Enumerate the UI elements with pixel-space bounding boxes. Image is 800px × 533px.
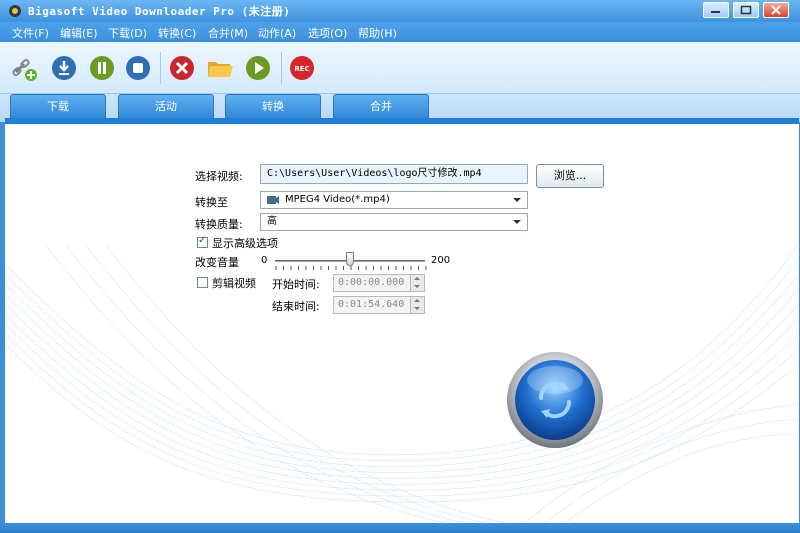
menu-edit[interactable]: 编辑(E) <box>60 25 98 41</box>
menu-action[interactable]: 动作(A) <box>258 25 296 41</box>
minimize-button[interactable] <box>703 2 729 18</box>
quality-value: 高 <box>267 216 277 227</box>
start-time-field[interactable]: 0:00:00.000 <box>333 274 425 292</box>
convert-start-button[interactable] <box>505 350 605 450</box>
convert-to-value: MPEG4 Video(*.mp4) <box>285 194 390 205</box>
maximize-icon <box>740 5 752 15</box>
toolbar-separator <box>281 52 282 84</box>
volume-label: 改变音量 <box>195 256 239 269</box>
minimize-icon <box>711 11 720 13</box>
download-icon[interactable] <box>50 54 78 82</box>
video-path-field[interactable]: C:\Users\User\Videos\logo尺寸修改.mp4 <box>260 164 528 184</box>
menu-convert[interactable]: 转换(C) <box>158 25 196 41</box>
status-bar <box>0 523 800 533</box>
maximize-button[interactable] <box>733 2 759 18</box>
end-time-spinner[interactable] <box>410 297 424 313</box>
start-time-label: 开始时间: <box>272 278 320 291</box>
app-logo-icon <box>9 5 21 17</box>
convert-to-select[interactable]: MPEG4 Video(*.mp4) <box>260 191 528 209</box>
menu-help[interactable]: 帮助(H) <box>358 25 397 41</box>
show-advanced-checkbox[interactable] <box>197 235 208 248</box>
stop-icon[interactable] <box>124 54 152 82</box>
chevron-down-icon <box>513 220 521 224</box>
volume-slider-thumb[interactable] <box>346 252 354 266</box>
tab-merge[interactable]: 合并 <box>333 94 429 120</box>
play-icon[interactable] <box>244 54 272 82</box>
add-url-icon[interactable] <box>10 54 38 82</box>
tab-convert[interactable]: 转换 <box>225 94 321 120</box>
start-time-value: 0:00:00.000 <box>338 277 405 288</box>
record-icon[interactable]: REC <box>288 54 316 82</box>
volume-min: 0 <box>261 255 268 266</box>
quality-select[interactable]: 高 <box>260 213 528 231</box>
trim-video-checkbox[interactable] <box>197 277 208 288</box>
trim-video-label: 剪辑视频 <box>212 277 256 290</box>
toolbar: REC <box>0 42 800 94</box>
show-advanced-label: 显示高级选项 <box>212 237 278 250</box>
menu-merge[interactable]: 合并(M) <box>208 25 248 41</box>
convert-panel: 选择视频: C:\Users\User\Videos\logo尺寸修改.mp4 … <box>5 124 799 523</box>
close-button[interactable] <box>763 2 789 18</box>
convert-to-label: 转换至 <box>195 196 228 209</box>
select-video-label: 选择视频: <box>195 170 243 183</box>
start-time-spinner[interactable] <box>410 275 424 291</box>
toolbar-separator <box>160 52 161 84</box>
menu-options[interactable]: 选项(O) <box>308 25 347 41</box>
delete-icon[interactable] <box>168 54 196 82</box>
quality-label: 转换质量: <box>195 218 243 231</box>
close-icon <box>771 5 781 15</box>
record-label: REC <box>294 65 309 73</box>
menu-file[interactable]: 文件(F) <box>12 25 49 41</box>
menu-bar: 文件(F) 编辑(E) 下载(D) 转换(C) 合并(M) 动作(A) 选项(O… <box>0 22 800 42</box>
end-time-value: 0:01:54.640 <box>338 299 405 310</box>
end-time-label: 结束时间: <box>272 300 320 313</box>
open-folder-icon[interactable] <box>206 54 234 82</box>
window-title: Bigasoft Video Downloader Pro (未注册) <box>28 5 291 18</box>
end-time-field[interactable]: 0:01:54.640 <box>333 296 425 314</box>
menu-download[interactable]: 下载(D) <box>108 25 147 41</box>
chevron-down-icon <box>513 198 521 202</box>
title-bar: Bigasoft Video Downloader Pro (未注册) <box>0 0 800 22</box>
pause-icon[interactable] <box>88 54 116 82</box>
tab-activity[interactable]: 活动 <box>118 94 214 120</box>
volume-max: 200 <box>431 255 451 266</box>
video-format-icon <box>267 196 279 204</box>
tab-download[interactable]: 下载 <box>10 94 106 120</box>
browse-button[interactable]: 浏览... <box>536 164 604 188</box>
volume-slider-ticks <box>275 266 427 270</box>
